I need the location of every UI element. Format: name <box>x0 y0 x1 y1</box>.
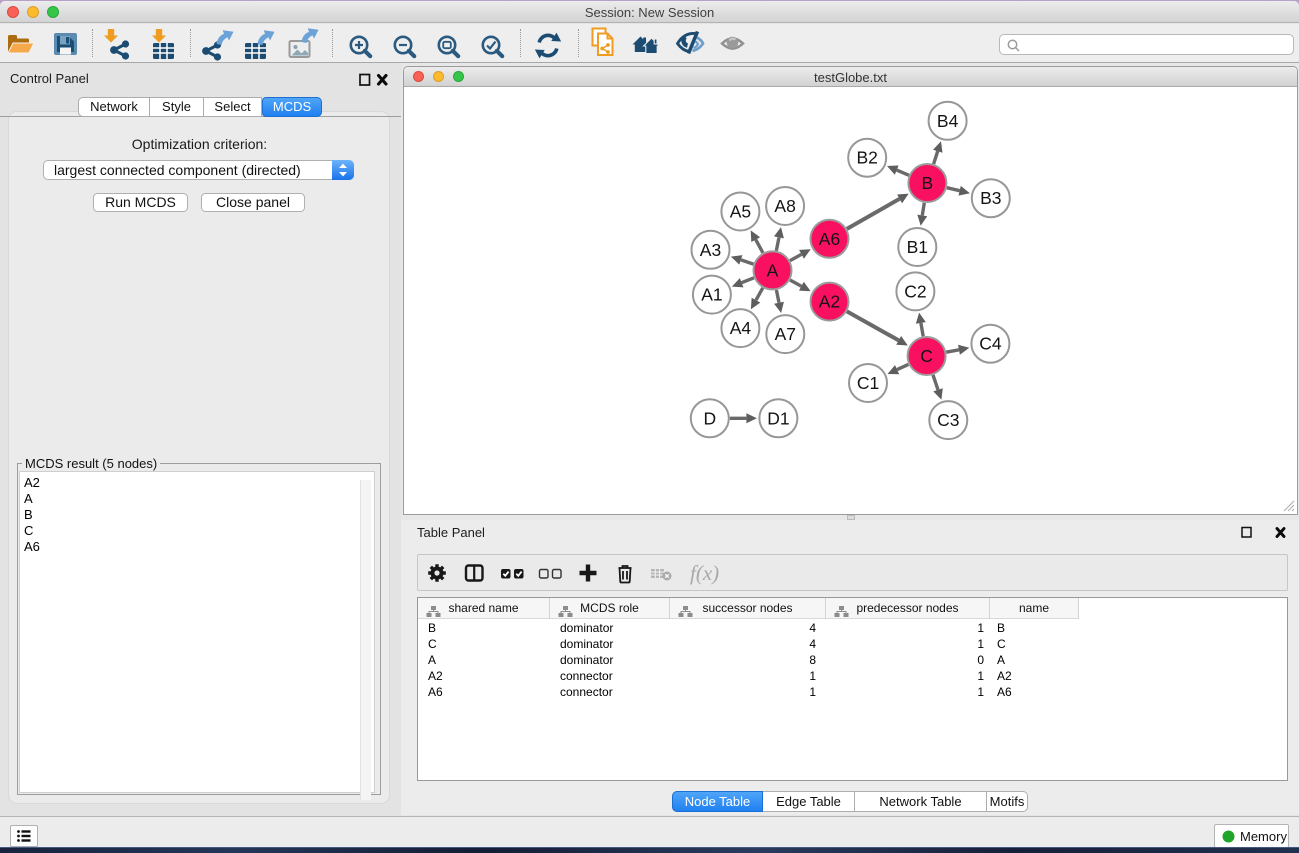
svg-text:A5: A5 <box>730 202 751 222</box>
svg-text:A2: A2 <box>819 292 840 312</box>
svg-text:B3: B3 <box>980 188 1001 208</box>
svg-text:C1: C1 <box>857 373 879 393</box>
svg-text:A: A <box>767 260 779 280</box>
svg-text:D: D <box>703 408 716 428</box>
svg-text:A7: A7 <box>775 324 796 344</box>
svg-text:B4: B4 <box>937 111 959 131</box>
svg-text:B: B <box>922 173 934 193</box>
svg-text:C3: C3 <box>937 410 959 430</box>
svg-text:A4: A4 <box>730 318 752 338</box>
svg-text:A8: A8 <box>774 196 795 216</box>
svg-text:A6: A6 <box>819 229 840 249</box>
svg-text:f(x): f(x) <box>690 561 719 585</box>
svg-text:A3: A3 <box>700 240 721 260</box>
svg-text:C4: C4 <box>979 334 1002 354</box>
svg-text:C2: C2 <box>904 281 926 301</box>
svg-text:B2: B2 <box>856 148 877 168</box>
svg-text:B1: B1 <box>907 237 928 257</box>
svg-text:C: C <box>920 346 933 366</box>
svg-text:D1: D1 <box>767 408 789 428</box>
svg-text:A1: A1 <box>701 285 722 305</box>
